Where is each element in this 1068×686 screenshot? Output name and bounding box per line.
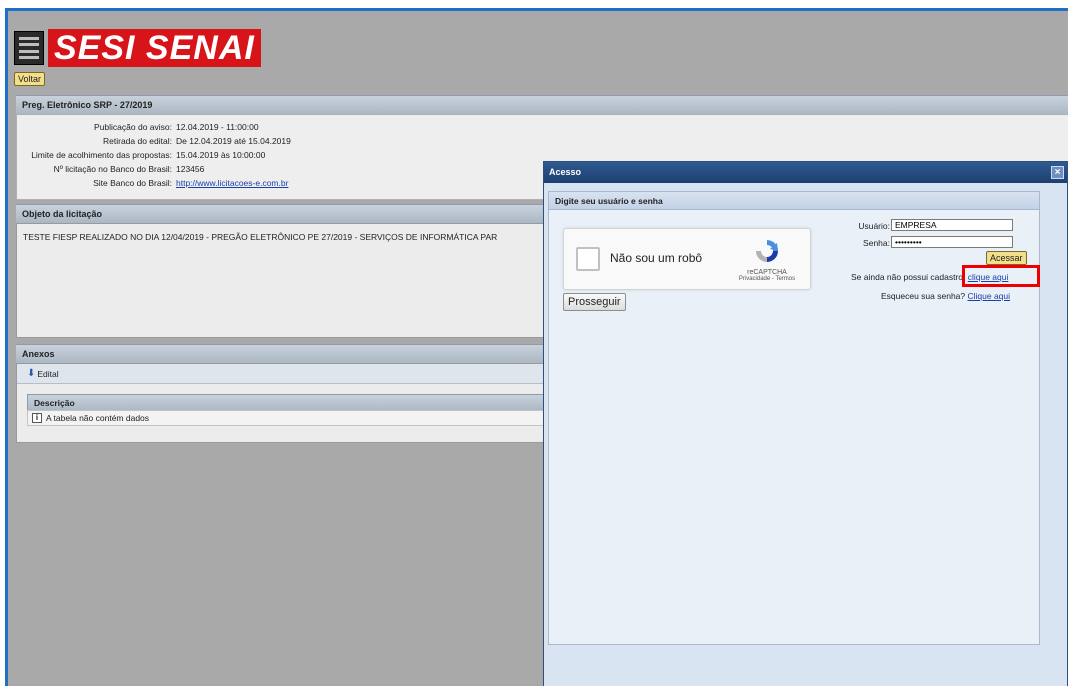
esqueceu-link[interactable]: Clique aqui [968, 291, 1011, 301]
empty-message: A tabela não contém dados [46, 413, 150, 423]
info-row-publicacao: Publicação do aviso: 12.04.2019 - 11:00:… [16, 120, 291, 134]
recaptcha-logo: reCAPTCHA Privacidade - Termos [732, 237, 802, 282]
senha-label: Senha: [863, 238, 890, 248]
cadastro-text: Se ainda não possui cadastro, [851, 272, 966, 282]
senha-input[interactable] [891, 236, 1013, 248]
objeto-text: TESTE FIESP REALIZADO NO DIA 12/04/2019 … [23, 232, 498, 242]
recaptcha-checkbox[interactable] [576, 247, 600, 271]
usuario-input[interactable] [891, 219, 1013, 231]
info-row-limite: Limite de acolhimento das propostas: 15.… [16, 148, 291, 162]
acessar-button[interactable]: Acessar [986, 251, 1027, 265]
recaptcha-links[interactable]: Privacidade - Termos [732, 276, 802, 282]
info-value: 15.04.2019 às 10:00:00 [176, 150, 266, 160]
login-panel-header: Digite seu usuário e senha [549, 192, 1039, 210]
info-label: Nº licitação no Banco do Brasil: [53, 164, 172, 174]
recaptcha-widget: Não sou um robô reCAPTCHA Privacidade - … [563, 228, 811, 290]
info-label: Limite de acolhimento das propostas: [31, 150, 172, 160]
highlight-box [962, 265, 1040, 287]
site-link[interactable]: http://www.licitacoes-e.com.br [176, 176, 288, 190]
esqueceu-text: Esqueceu sua senha? [881, 291, 966, 301]
info-label: Site Banco do Brasil: [93, 178, 172, 188]
browser-frame: SESI SENAI Voltar Preg. Eletrônico SRP -… [5, 8, 1068, 686]
info-row-site: Site Banco do Brasil: http://www.licitac… [16, 176, 291, 190]
info-row-licitacao: Nº licitação no Banco do Brasil: 123456 [16, 162, 291, 176]
info-value: De 12.04.2019 até 15.04.2019 [176, 136, 291, 146]
edital-link[interactable]: Edital [37, 369, 58, 379]
info-value: 12.04.2019 - 11:00:00 [176, 122, 259, 132]
info-row-retirada: Retirada do edital: De 12.04.2019 até 15… [16, 134, 291, 148]
esqueceu-row: Esqueceu sua senha? Clique aqui [881, 291, 1010, 301]
close-icon[interactable]: × [1051, 166, 1064, 179]
sesi-senai-logo: SESI SENAI [14, 29, 261, 67]
login-panel: Digite seu usuário e senha Não sou um ro… [548, 191, 1040, 645]
info-label: Publicação do aviso: [94, 122, 172, 132]
recaptcha-label: Não sou um robô [610, 251, 703, 265]
back-button[interactable]: Voltar [14, 72, 46, 86]
logo-text: SESI SENAI [48, 29, 261, 67]
info-list: Publicação do aviso: 12.04.2019 - 11:00:… [16, 120, 291, 190]
acesso-dialog: Acesso × Digite seu usuário e senha Não … [543, 161, 1068, 686]
recaptcha-icon [756, 240, 778, 262]
fiesp-logo-icon [14, 31, 44, 65]
info-value: 123456 [176, 164, 205, 174]
dialog-title-text: Acesso [549, 167, 582, 177]
prosseguir-button[interactable]: Prosseguir [563, 293, 626, 311]
info-icon: i [32, 413, 42, 423]
info-label: Retirada do edital: [103, 136, 172, 146]
edital-icon: ⬇ [27, 368, 36, 379]
dialog-title: Acesso × [544, 162, 1067, 183]
recaptcha-brand: reCAPTCHA [747, 269, 787, 276]
usuario-label: Usuário: [858, 221, 890, 231]
page-title: Preg. Eletrônico SRP - 27/2019 [16, 95, 1068, 115]
